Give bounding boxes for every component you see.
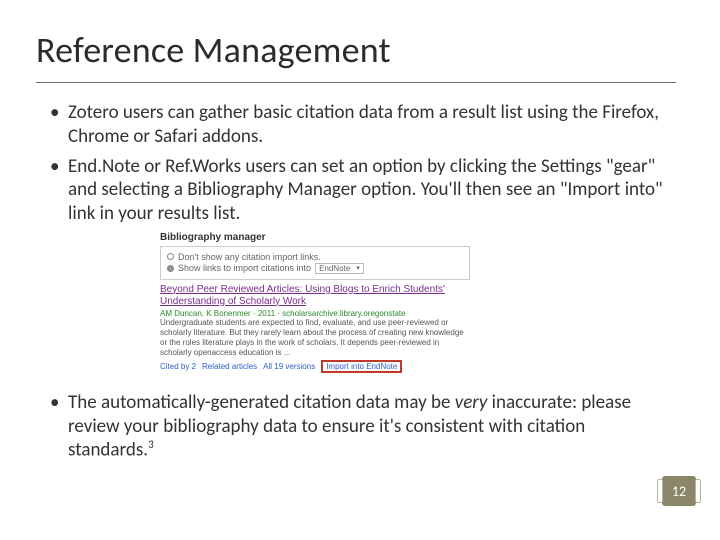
result-title: Beyond Peer Reviewed Articles: Using Blo…	[160, 284, 470, 308]
import-link-highlight: Import into EndNote	[321, 360, 402, 373]
option-1-label: Don't show any citation import links.	[178, 252, 321, 262]
dropdown-value: EndNote	[319, 264, 350, 273]
bullet-2: End.Note or Ref.Works users can set an o…	[50, 155, 670, 226]
figure-options-box: Don't show any citation import links. Sh…	[160, 246, 470, 280]
bibliography-figure: Bibliography manager Don't show any cita…	[160, 232, 470, 373]
result-links-row: Cited by 2 Related articles All 19 versi…	[160, 360, 470, 373]
result-meta: AM Duncan, K Bonenmer · 2011 · scholarsa…	[160, 309, 470, 318]
slide: Reference Management Zotero users can ga…	[0, 0, 720, 540]
page-number-badge: 12	[662, 476, 696, 506]
figure-option-1: Don't show any citation import links.	[167, 252, 463, 262]
title-block: Reference Management	[0, 0, 720, 78]
bullet-1: Zotero users can gather basic citation d…	[50, 101, 670, 149]
bullet-3: The automatically-generated citation dat…	[50, 391, 670, 463]
option-2-label: Show links to import citations into	[178, 263, 311, 273]
bullet-3-pre: The automatically-generated citation dat…	[68, 391, 455, 414]
bibliography-dropdown: EndNote ▾	[315, 263, 364, 274]
cited-by-link: Cited by 2	[160, 362, 196, 371]
slide-body: Zotero users can gather basic citation d…	[0, 83, 720, 462]
radio-selected-icon	[167, 265, 174, 272]
page-number: 12	[672, 483, 686, 500]
bullet-3-sup: 3	[148, 438, 154, 451]
versions-link: All 19 versions	[263, 362, 315, 371]
figure-option-2: Show links to import citations into EndN…	[167, 263, 463, 274]
slide-title: Reference Management	[36, 28, 684, 72]
chevron-down-icon: ▾	[356, 264, 360, 272]
bullet-3-em: very	[455, 391, 488, 414]
bullet-list-2: The automatically-generated citation dat…	[50, 391, 670, 463]
result-snippet: Undergraduate students are expected to f…	[160, 318, 470, 358]
related-link: Related articles	[202, 362, 257, 371]
figure-header: Bibliography manager	[160, 232, 470, 243]
bullet-list: Zotero users can gather basic citation d…	[50, 101, 670, 226]
radio-icon	[167, 253, 174, 260]
